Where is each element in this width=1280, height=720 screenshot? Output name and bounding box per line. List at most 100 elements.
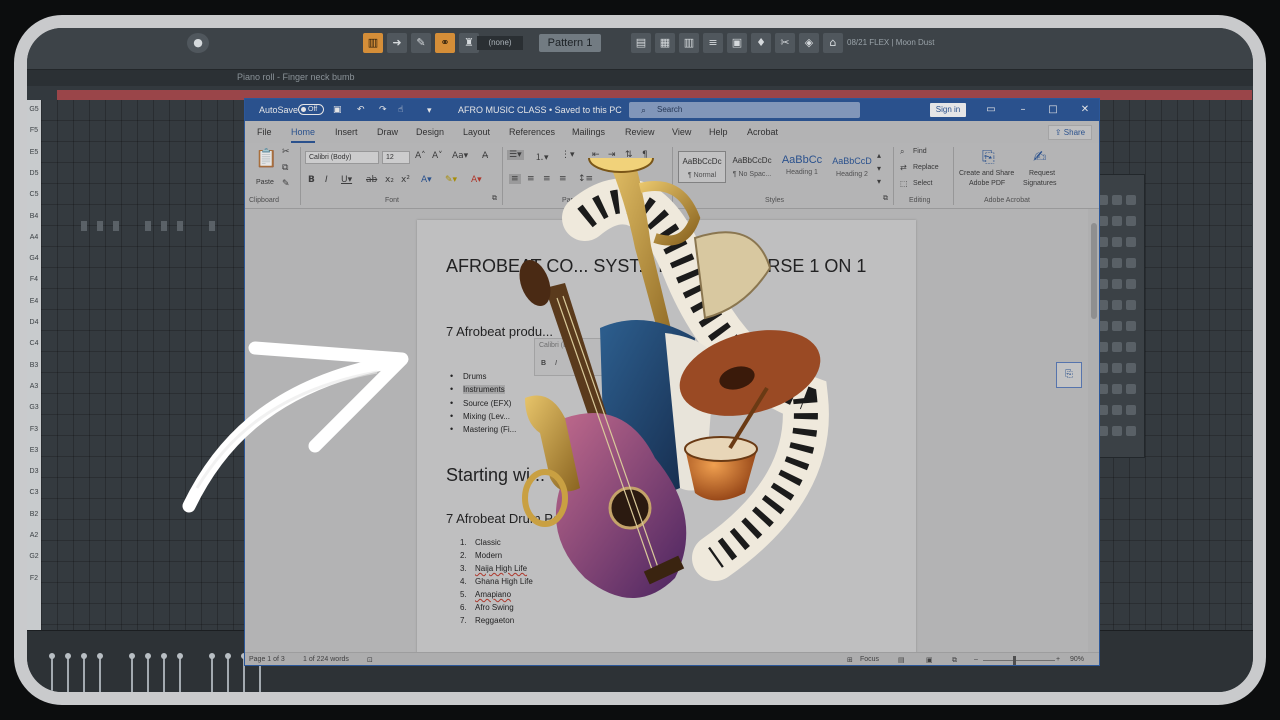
vertical-scrollbar[interactable]: [1088, 209, 1099, 652]
font-size-select[interactable]: 12: [382, 151, 410, 164]
tab-mailings[interactable]: Mailings: [572, 127, 605, 137]
fl-velocity-stalk[interactable]: [97, 653, 103, 692]
focus-icon[interactable]: ⊞: [847, 656, 853, 664]
fl-step-cell[interactable]: [1112, 363, 1122, 373]
document-title[interactable]: AFRO MUSIC CLASS • Saved to this PC: [458, 105, 622, 115]
fl-step-cell[interactable]: [1112, 342, 1122, 352]
fl-step-cell[interactable]: [1126, 342, 1136, 352]
select-button[interactable]: Select: [913, 180, 932, 187]
fl-knob-icon[interactable]: ●: [187, 33, 209, 53]
fl-velocity-stalk[interactable]: [129, 653, 135, 692]
clear-formatting-icon[interactable]: A̶: [482, 151, 488, 161]
fl-velocity-stalk[interactable]: [161, 653, 167, 692]
tab-help[interactable]: Help: [709, 127, 728, 137]
sign-in-button[interactable]: Sign in: [930, 103, 966, 117]
maximize-icon[interactable]: □: [1045, 103, 1061, 117]
shrink-font-icon[interactable]: A˅: [432, 151, 443, 161]
request-label-2[interactable]: Signatures: [1023, 180, 1056, 187]
request-label-1[interactable]: Request: [1029, 170, 1055, 177]
fl-step-cell[interactable]: [1112, 258, 1122, 268]
fl-step-cell[interactable]: [1126, 405, 1136, 415]
print-layout-icon[interactable]: ▣: [926, 656, 933, 664]
format-painter-icon[interactable]: ✎: [282, 179, 290, 189]
find-button[interactable]: Find: [913, 148, 927, 155]
fl-step-cell[interactable]: [1112, 195, 1122, 205]
create-pdf-icon[interactable]: ⎘: [982, 147, 995, 167]
customize-qat-icon[interactable]: ▾: [427, 105, 432, 116]
fl-step-cell[interactable]: [1126, 279, 1136, 289]
fl-velocity-stalk[interactable]: [177, 653, 183, 692]
font-name-select[interactable]: Calibri (Body): [305, 151, 379, 164]
fl-step-cell[interactable]: [1112, 405, 1122, 415]
fl-velocity-stalk[interactable]: [65, 653, 71, 692]
accessibility-icon[interactable]: ⊡: [367, 656, 373, 664]
scrollbar-thumb[interactable]: [1091, 223, 1097, 319]
tab-view[interactable]: View: [672, 127, 691, 137]
fl-stamp-icon[interactable]: ♜: [459, 33, 479, 53]
text-effects-icon[interactable]: A▾: [421, 175, 432, 185]
focus-button[interactable]: Focus: [860, 656, 879, 663]
change-case-icon[interactable]: Aa▾: [452, 151, 468, 161]
fl-velocity-stalk[interactable]: [145, 653, 151, 692]
fl-step-cell[interactable]: [1126, 216, 1136, 226]
fl-step-cell[interactable]: [1112, 216, 1122, 226]
fl-step-cell[interactable]: [1112, 426, 1122, 436]
strikethrough-icon[interactable]: ab: [366, 175, 377, 185]
fl-velocity-stalk[interactable]: [209, 653, 215, 692]
word-count[interactable]: 1 of 224 words: [303, 656, 349, 663]
copy-icon[interactable]: ⧉: [282, 163, 288, 173]
tab-insert[interactable]: Insert: [335, 127, 358, 137]
fl-note[interactable]: [81, 221, 87, 231]
grow-font-icon[interactable]: A˄: [415, 151, 426, 161]
minimize-icon[interactable]: –: [1015, 103, 1031, 117]
paste-icon[interactable]: 📋: [255, 148, 277, 169]
fl-link-icon[interactable]: ⚭: [435, 33, 455, 53]
font-dialog-icon[interactable]: ⧉: [492, 194, 497, 203]
fl-tools-icon[interactable]: ✂: [775, 33, 795, 53]
share-button[interactable]: ⇪ Share: [1048, 125, 1092, 140]
fl-mixer-icon[interactable]: ▥: [679, 33, 699, 53]
tab-home[interactable]: Home: [291, 127, 316, 143]
paste-label[interactable]: Paste: [256, 179, 274, 186]
italic-icon[interactable]: I: [325, 175, 328, 185]
read-mode-icon[interactable]: ▤: [898, 656, 905, 664]
fl-step-cell[interactable]: [1126, 321, 1136, 331]
fl-channelrack-icon[interactable]: ≡: [703, 33, 723, 53]
fl-note[interactable]: [177, 221, 183, 231]
highlight-icon[interactable]: ✎▾: [445, 175, 457, 185]
find-icon[interactable]: ⌕: [900, 147, 904, 157]
page-count[interactable]: Page 1 of 3: [249, 656, 285, 663]
styles-dialog-icon[interactable]: ⧉: [883, 194, 888, 203]
bookmark-icon[interactable]: ⎘: [1056, 362, 1082, 388]
fl-brush-icon[interactable]: ✎: [411, 33, 431, 53]
fl-store-icon[interactable]: ⌂: [823, 33, 843, 53]
tab-draw[interactable]: Draw: [377, 127, 398, 137]
fl-velocity-stalk[interactable]: [81, 653, 87, 692]
zoom-slider[interactable]: [983, 660, 1055, 661]
touch-mode-icon[interactable]: ☝: [398, 105, 403, 115]
undo-icon[interactable]: ↶: [357, 105, 365, 115]
save-icon[interactable]: ▣: [333, 105, 342, 115]
fl-arrow-icon[interactable]: ➜: [387, 33, 407, 53]
fl-note[interactable]: [145, 221, 151, 231]
fl-plugin-icon[interactable]: ♦: [751, 33, 771, 53]
fl-browser-icon[interactable]: ▣: [727, 33, 747, 53]
fl-step-cell[interactable]: [1112, 384, 1122, 394]
fl-step-cell[interactable]: [1112, 321, 1122, 331]
fl-note[interactable]: [97, 221, 103, 231]
bold-icon[interactable]: B: [308, 175, 315, 185]
zoom-slider-knob[interactable]: [1013, 656, 1016, 665]
autosave-toggle[interactable]: Off: [298, 104, 324, 115]
fl-piano-keys[interactable]: G5 F5 E5 D5 C5 B4 A4 G4 F4 E4 D4 C4 B3 A3 G3 F3 E3 D3 C3 B2…: [27, 100, 41, 630]
subscript-icon[interactable]: x₂: [385, 175, 394, 185]
fl-step-cell[interactable]: [1112, 237, 1122, 247]
request-signatures-icon[interactable]: ✍: [1033, 147, 1046, 166]
zoom-level[interactable]: 90%: [1070, 656, 1084, 663]
fl-step-cell[interactable]: [1112, 279, 1122, 289]
cut-icon[interactable]: ✂: [282, 147, 290, 157]
fl-step-cell[interactable]: [1126, 384, 1136, 394]
styles-scroll-icon[interactable]: ▴ ▾ ▾: [877, 149, 881, 188]
fl-keyboard-icon[interactable]: ▥: [363, 33, 383, 53]
fl-velocity-stalk[interactable]: [49, 653, 55, 692]
fl-velocity-stalk[interactable]: [225, 653, 231, 692]
